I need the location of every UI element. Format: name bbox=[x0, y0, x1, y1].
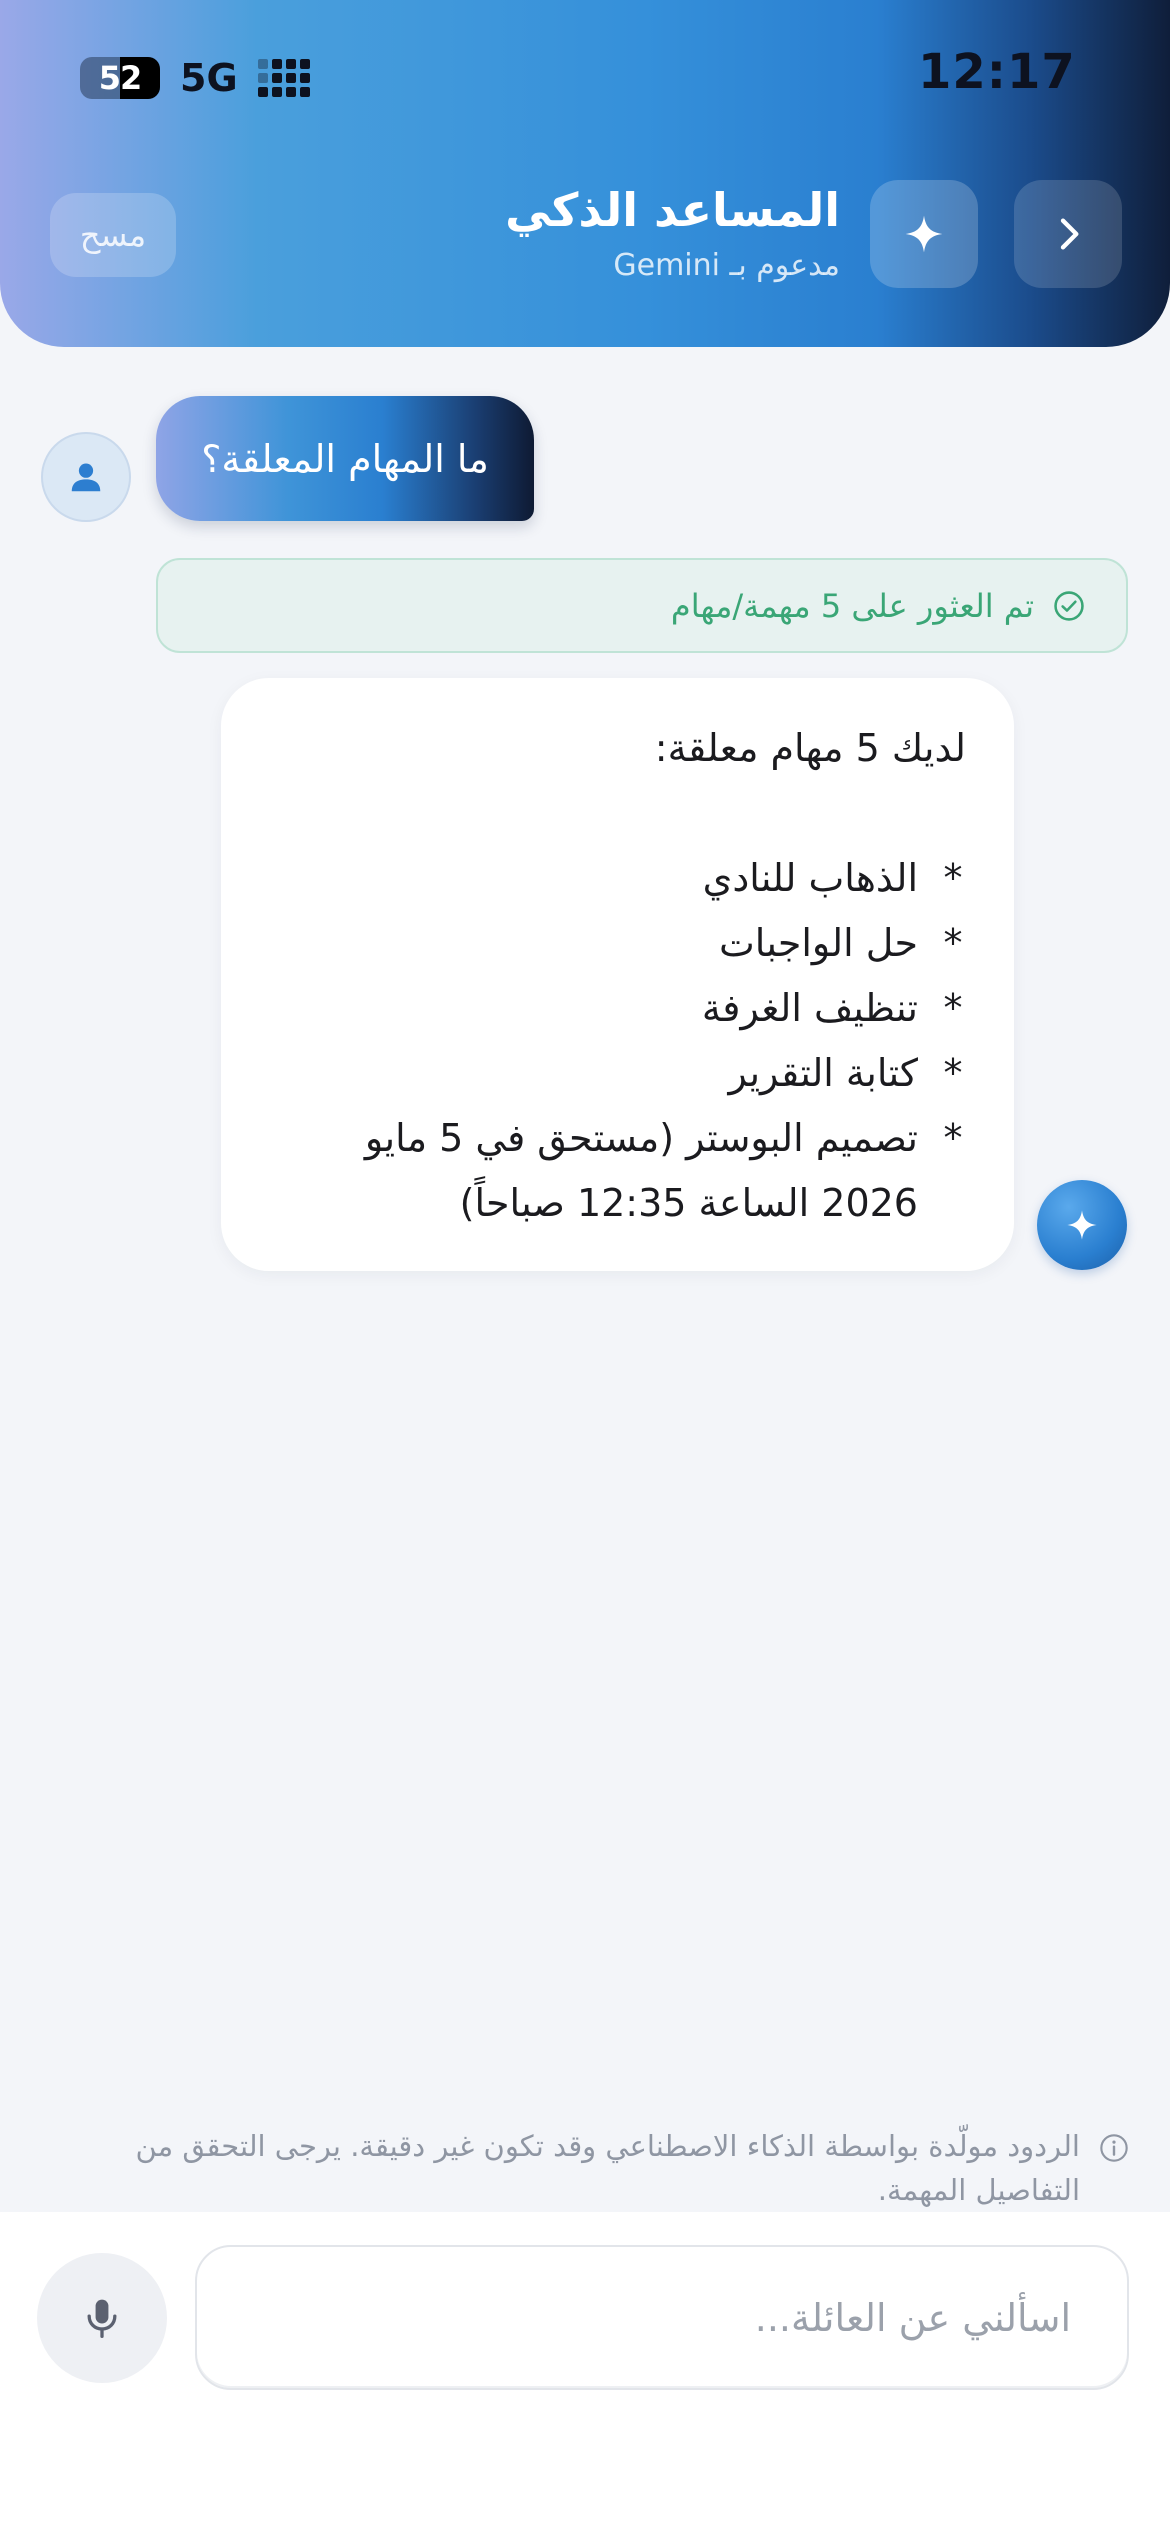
network-type: 5G bbox=[180, 56, 238, 100]
user-message-bubble: ما المهام المعلقة؟ bbox=[156, 396, 534, 521]
voice-input-button[interactable] bbox=[37, 2253, 167, 2383]
sparkle-icon bbox=[1067, 1210, 1097, 1240]
message-input[interactable]: اسألني عن العائلة... bbox=[195, 2245, 1129, 2390]
assistant-sparkle-button[interactable] bbox=[870, 180, 978, 288]
list-item: * كتابة التقرير bbox=[728, 1051, 963, 1095]
tool-status-banner: تم العثور على 5 مهمة/مهام bbox=[156, 558, 1128, 653]
assistant-intro: لديك 5 مهام معلقة: bbox=[654, 726, 966, 770]
back-button[interactable] bbox=[1014, 180, 1122, 288]
battery-indicator: 52 bbox=[80, 57, 160, 99]
microphone-icon bbox=[87, 2299, 117, 2338]
page-subtitle: مدعوم بـ Gemini bbox=[613, 248, 840, 283]
info-icon bbox=[1100, 2134, 1128, 2162]
tool-status-text: تم العثور على 5 مهمة/مهام bbox=[670, 586, 1034, 625]
assistant-message-bubble: لديك 5 مهام معلقة: * الذهاب للنادي * حل ال… bbox=[221, 678, 1014, 1271]
page-title: المساعد الذكي bbox=[505, 183, 840, 237]
assistant-avatar bbox=[1037, 1180, 1127, 1270]
ai-disclaimer: الردود مولّدة بواسطة الذكاء الاصطناعي وق… bbox=[60, 2124, 1130, 2212]
list-item: * تصميم البوستر (مستحق في 5 مايو 2026 الس… bbox=[364, 1116, 963, 1225]
list-item: * تنظيف الغرفة bbox=[701, 986, 963, 1030]
list-item: * الذهاب للنادي bbox=[702, 856, 963, 900]
app-header: 52 5G 12:17 مسح المساعد الذكي مدعوم بـ G… bbox=[0, 0, 1170, 347]
sparkle-icon bbox=[905, 215, 943, 253]
user-avatar bbox=[41, 432, 131, 522]
person-icon bbox=[71, 463, 101, 492]
battery-level: 52 bbox=[98, 59, 143, 97]
task-list: * الذهاب للنادي * حل الواجبات * تنظيف الغرف… bbox=[269, 846, 966, 1236]
list-item: * حل الواجبات bbox=[719, 921, 963, 965]
signal-dots-icon bbox=[257, 59, 310, 97]
chevron-right-icon bbox=[1060, 218, 1079, 250]
disclaimer-text: الردود مولّدة بواسطة الذكاء الاصطناعي وق… bbox=[135, 2129, 1080, 2207]
status-bar-left: 52 5G bbox=[80, 56, 310, 100]
check-circle-icon bbox=[1054, 590, 1084, 621]
status-time: 12:17 bbox=[918, 44, 1076, 100]
clear-chat-button[interactable]: مسح bbox=[50, 193, 176, 277]
